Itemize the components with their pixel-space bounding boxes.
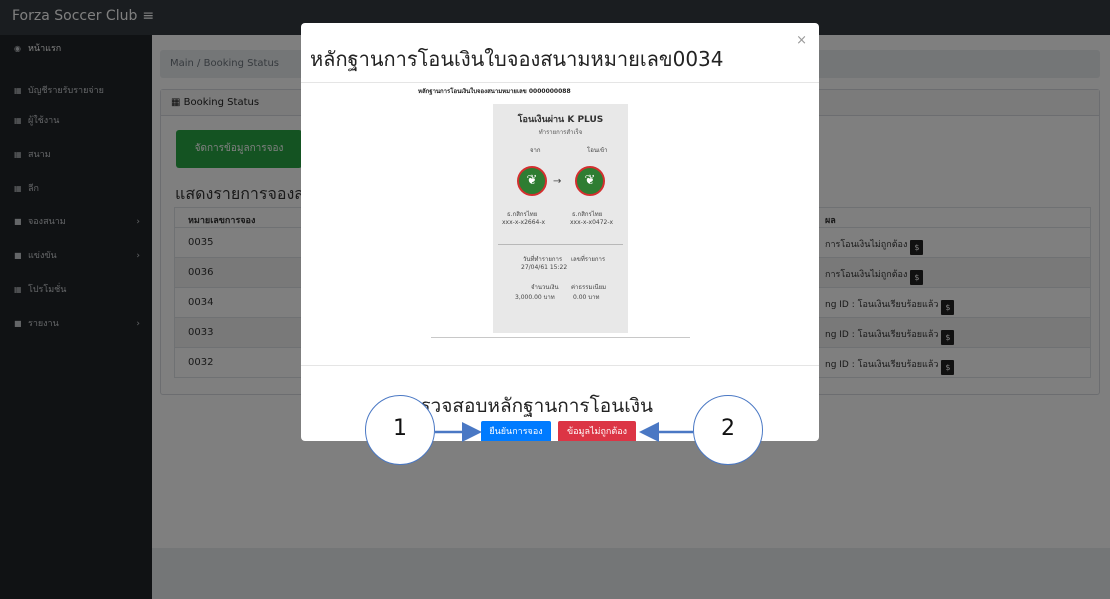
callout-1: 1 xyxy=(365,395,435,465)
annotation-arrows xyxy=(435,422,693,442)
callout-2: 2 xyxy=(693,395,763,465)
